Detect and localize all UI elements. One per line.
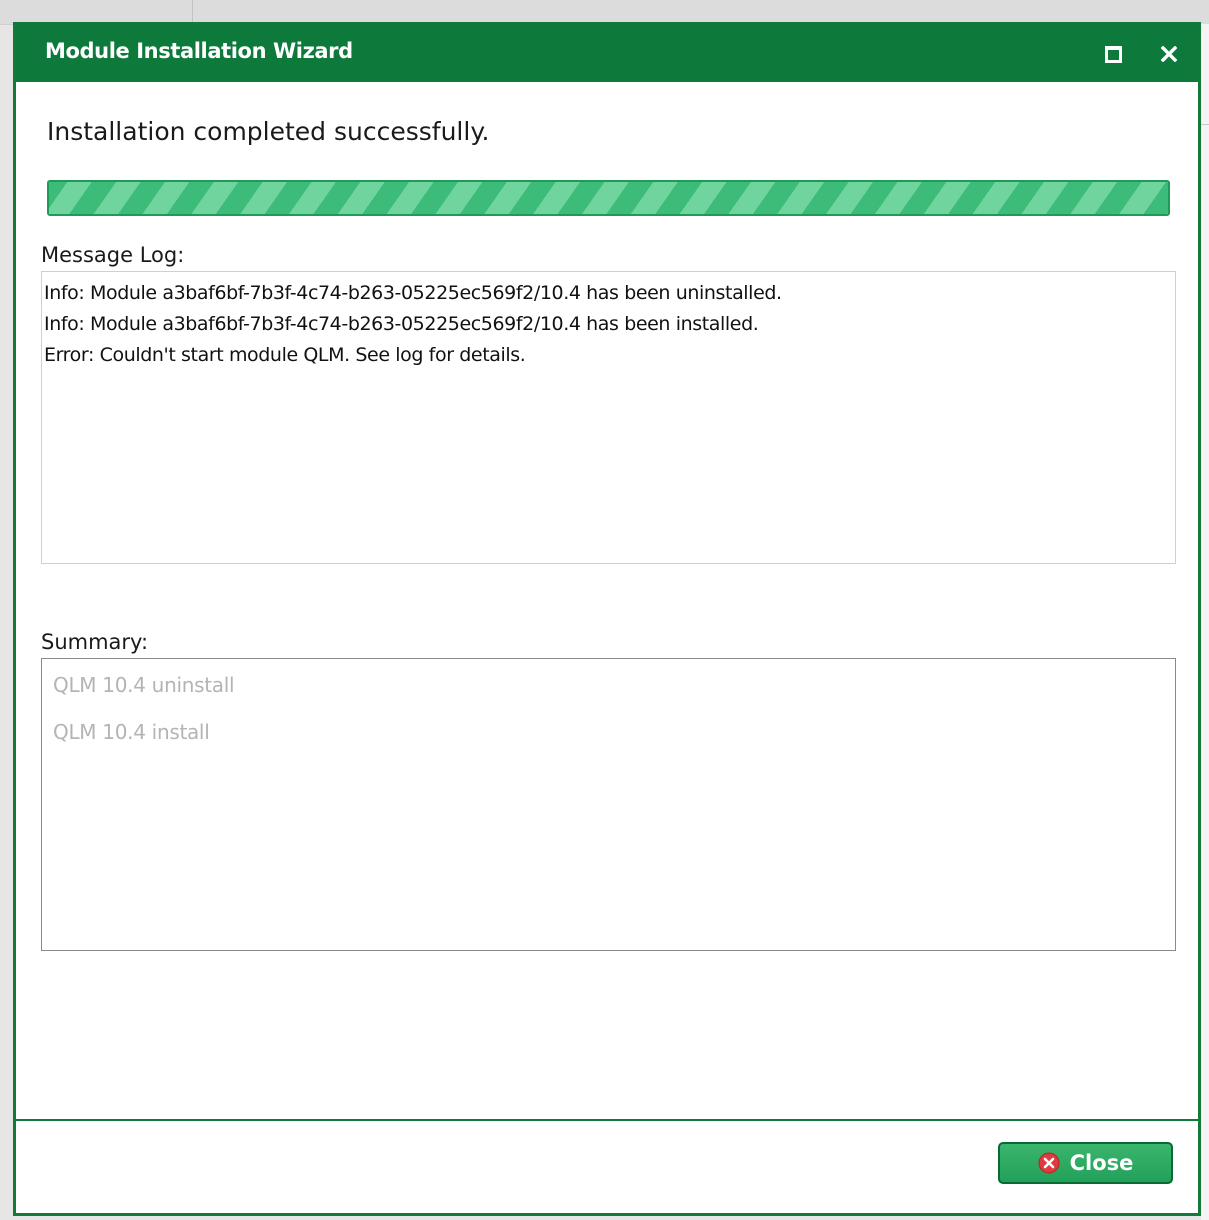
dialog-titlebar[interactable]: Module Installation Wizard bbox=[16, 25, 1198, 82]
message-log-label: Message Log: bbox=[41, 243, 185, 267]
log-line: Info: Module a3baf6bf-7b3f-4c74-b263-052… bbox=[44, 282, 782, 304]
maximize-button[interactable] bbox=[1100, 41, 1126, 67]
log-line: Error: Couldn't start module QLM. See lo… bbox=[44, 344, 526, 366]
progress-fill bbox=[49, 182, 1168, 214]
close-button[interactable]: Close bbox=[998, 1142, 1173, 1184]
installation-status-text: Installation completed successfully. bbox=[47, 117, 490, 146]
module-installation-wizard-dialog: Module Installation Wizard Installation … bbox=[13, 22, 1201, 1216]
dialog-title: Module Installation Wizard bbox=[45, 39, 353, 63]
background-divider bbox=[1201, 124, 1209, 125]
message-log-box[interactable]: Info: Module a3baf6bf-7b3f-4c74-b263-052… bbox=[41, 271, 1176, 564]
summary-label: Summary: bbox=[41, 630, 149, 654]
background-divider bbox=[192, 0, 193, 24]
log-line: Info: Module a3baf6bf-7b3f-4c74-b263-052… bbox=[44, 313, 759, 335]
summary-box[interactable]: QLM 10.4 uninstall QLM 10.4 install bbox=[41, 658, 1176, 951]
close-button-label: Close bbox=[1069, 1151, 1134, 1175]
background-window-edge bbox=[1201, 24, 1209, 1220]
footer-divider bbox=[16, 1119, 1198, 1121]
summary-item: QLM 10.4 install bbox=[53, 720, 210, 744]
maximize-icon bbox=[1104, 45, 1122, 63]
error-circle-icon bbox=[1038, 1152, 1060, 1174]
summary-item: QLM 10.4 uninstall bbox=[53, 673, 235, 697]
installation-progress-bar bbox=[47, 180, 1170, 216]
close-icon bbox=[1161, 46, 1177, 62]
close-window-button[interactable] bbox=[1156, 41, 1182, 67]
